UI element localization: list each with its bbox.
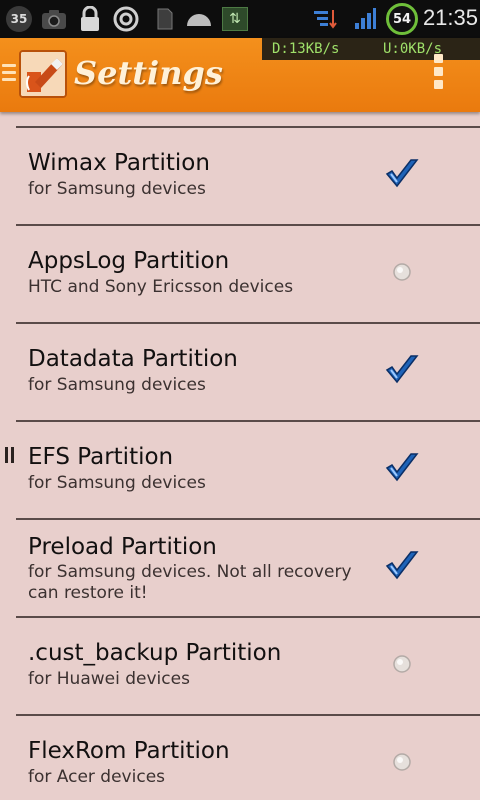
item-subtitle: for Samsung devices	[28, 179, 206, 199]
action-bar: D:13KB/s U:0KB/s Settings	[0, 38, 480, 112]
wifi-icon	[312, 4, 340, 34]
clock: 21:35	[422, 5, 478, 30]
network-speed-meter: D:13KB/s U:0KB/s	[262, 38, 480, 60]
camera-icon	[40, 4, 68, 34]
dome-icon	[184, 4, 214, 34]
download-speed: D:13KB/s	[272, 41, 340, 57]
sd-card-icon	[154, 4, 176, 34]
status-bar: 35 ⇅ 54 21:35	[0, 0, 480, 38]
item-title: Datadata Partition	[28, 346, 238, 372]
checkbox-unchecked-icon[interactable]	[392, 262, 412, 282]
list-item-wimax[interactable]: Wimax Partition for Samsung devices	[16, 126, 480, 224]
battery-icon: 54	[386, 3, 418, 35]
checkbox-checked-icon[interactable]	[385, 352, 419, 386]
data-transfer-icon: ⇅	[222, 7, 248, 31]
list-item-flexrom[interactable]: FlexRom Partition for Acer devices	[16, 714, 480, 800]
item-subtitle: for Acer devices	[28, 767, 166, 787]
partition-list: Wimax Partition for Samsung devices Apps…	[16, 126, 480, 800]
signal-icon	[352, 4, 378, 34]
target-icon	[112, 4, 140, 34]
list-item-efs[interactable]: EFS Partition for Samsung devices	[16, 420, 480, 518]
app-logo-icon[interactable]	[19, 50, 67, 98]
list-item-cust-backup[interactable]: .cust_backup Partition for Huawei device…	[16, 616, 480, 714]
list-item-appslog[interactable]: AppsLog Partition HTC and Sony Ericsson …	[16, 224, 480, 322]
overflow-menu-icon[interactable]	[430, 54, 446, 96]
scroll-handle-icon[interactable]	[5, 447, 15, 463]
list-item-preload[interactable]: Preload Partition for Samsung devices. N…	[16, 518, 480, 616]
item-title: Wimax Partition	[28, 150, 210, 176]
item-subtitle: for Huawei devices	[28, 669, 190, 689]
page-title: Settings	[74, 54, 223, 92]
item-title: Preload Partition	[28, 534, 217, 560]
item-title: EFS Partition	[28, 444, 174, 470]
checkbox-unchecked-icon[interactable]	[392, 752, 412, 772]
item-subtitle: for Samsung devices	[28, 375, 206, 395]
checkbox-checked-icon[interactable]	[385, 156, 419, 190]
item-subtitle: HTC and Sony Ericsson devices	[28, 277, 294, 297]
item-title: .cust_backup Partition	[28, 640, 282, 666]
item-title: FlexRom Partition	[28, 738, 230, 764]
drawer-menu-icon[interactable]	[2, 64, 16, 85]
checkbox-checked-icon[interactable]	[385, 450, 419, 484]
lock-icon	[77, 4, 103, 34]
item-subtitle: for Samsung devices	[28, 473, 206, 493]
notification-count-icon: 35	[6, 6, 32, 32]
checkbox-unchecked-icon[interactable]	[392, 654, 412, 674]
checkbox-checked-icon[interactable]	[385, 548, 419, 582]
list-item-datadata[interactable]: Datadata Partition for Samsung devices	[16, 322, 480, 420]
item-title: AppsLog Partition	[28, 248, 230, 274]
item-subtitle: for Samsung devices. Not all recovery ca…	[28, 562, 352, 603]
